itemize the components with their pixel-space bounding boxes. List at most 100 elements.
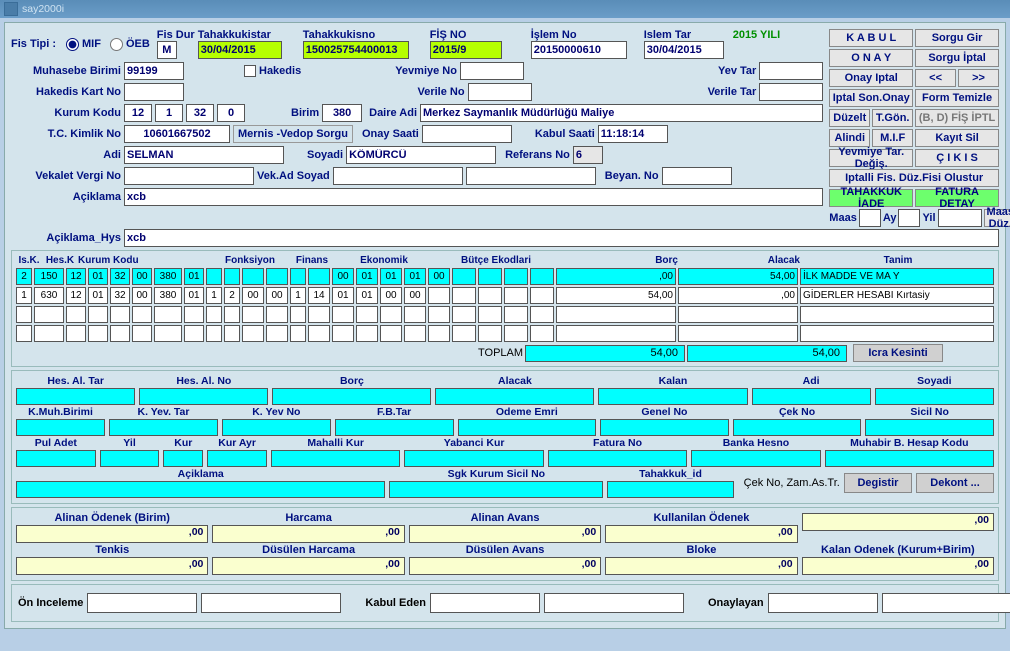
grid-borc[interactable]: 54,00 [556, 287, 676, 304]
fis-dur-input[interactable] [157, 41, 177, 59]
onaylayan-input[interactable] [768, 593, 878, 613]
grid-alacak[interactable] [678, 306, 798, 323]
onay-iptal-button[interactable]: Onay Iptal [829, 69, 913, 87]
soyadi-input[interactable] [346, 146, 496, 164]
grid-cell[interactable] [132, 306, 152, 323]
detail-input[interactable] [600, 419, 729, 436]
grid-cell[interactable]: 01 [184, 287, 204, 304]
grid-cell[interactable]: 01 [88, 268, 108, 285]
grid-cell[interactable] [132, 325, 152, 342]
hakedis-kart-no-input[interactable] [124, 83, 184, 101]
yil-input[interactable] [938, 209, 982, 227]
detail-input[interactable] [691, 450, 820, 467]
grid-cell[interactable]: 00 [332, 268, 354, 285]
aciklama-input[interactable] [124, 188, 823, 206]
grid-cell[interactable]: 2 [224, 287, 240, 304]
detail-input[interactable] [865, 419, 994, 436]
ay-input[interactable] [898, 209, 920, 227]
budget-input[interactable]: ,00 [16, 525, 208, 543]
grid-cell[interactable] [290, 268, 306, 285]
grid-cell[interactable] [184, 306, 204, 323]
dekont-button[interactable]: Dekont ... [916, 473, 994, 493]
grid-cell[interactable] [356, 306, 378, 323]
grid-cell[interactable] [428, 306, 450, 323]
grid-borc[interactable] [556, 325, 676, 342]
grid-cell[interactable] [154, 325, 182, 342]
grid-cell[interactable] [34, 325, 64, 342]
grid-cell[interactable] [428, 325, 450, 342]
detail-input[interactable] [733, 419, 862, 436]
tahakkukistar-input[interactable] [198, 41, 282, 59]
mif-radio[interactable] [66, 38, 79, 51]
grid-cell[interactable] [478, 306, 502, 323]
detail-input[interactable] [163, 450, 203, 467]
grid-cell[interactable] [308, 268, 330, 285]
grid-cell[interactable] [478, 325, 502, 342]
grid-cell[interactable] [88, 306, 108, 323]
grid-cell[interactable]: 12 [66, 287, 86, 304]
detail-input[interactable] [16, 481, 385, 498]
tgon-button[interactable]: T.Gön. [872, 109, 913, 127]
grid-cell[interactable] [184, 325, 204, 342]
grid-cell[interactable]: 630 [34, 287, 64, 304]
daire-adi-input[interactable] [420, 104, 823, 122]
grid-cell[interactable] [356, 325, 378, 342]
grid-cell[interactable]: 01 [88, 287, 108, 304]
yev-tar-degis-button[interactable]: Yevmiye Tar. Değiş. [829, 149, 913, 167]
detail-input[interactable] [548, 450, 687, 467]
grid-cell[interactable] [504, 325, 528, 342]
grid-cell[interactable] [478, 268, 502, 285]
prev-button[interactable]: << [915, 69, 956, 87]
grid-cell[interactable] [530, 268, 554, 285]
grid-cell[interactable]: 00 [242, 287, 264, 304]
detail-input[interactable] [207, 450, 267, 467]
grid-cell[interactable]: 00 [404, 287, 426, 304]
grid-cell[interactable] [504, 268, 528, 285]
grid-cell[interactable] [206, 325, 222, 342]
grid-cell[interactable] [206, 268, 222, 285]
grid-cell[interactable]: 14 [308, 287, 330, 304]
grid-borc[interactable] [556, 306, 676, 323]
grid-cell[interactable]: 01 [332, 287, 354, 304]
grid-cell[interactable]: 1 [206, 287, 222, 304]
grid-cell[interactable]: 1 [16, 287, 32, 304]
grid-cell[interactable] [332, 325, 354, 342]
grid-alacak[interactable] [678, 325, 798, 342]
grid-cell[interactable]: 01 [380, 268, 402, 285]
detail-input[interactable] [100, 450, 160, 467]
grid-cell[interactable] [452, 306, 476, 323]
detail-input[interactable] [607, 481, 733, 498]
birim-input[interactable] [322, 104, 362, 122]
grid-alacak[interactable]: 54,00 [678, 268, 798, 285]
kabul-saati-input[interactable] [598, 125, 668, 143]
maas-duz-button[interactable]: Maas Düz. [984, 209, 1010, 227]
degistir-button[interactable]: Degistir [844, 473, 912, 493]
grid-cell[interactable]: 01 [404, 268, 426, 285]
grid-cell[interactable]: 00 [380, 287, 402, 304]
budget-input[interactable]: ,00 [802, 557, 994, 575]
next-button[interactable]: >> [958, 69, 999, 87]
grid-cell[interactable]: 01 [356, 268, 378, 285]
kurum-kodu-2[interactable] [155, 104, 183, 122]
budget-input[interactable]: ,00 [605, 525, 797, 543]
budget-input[interactable]: ,00 [802, 513, 994, 531]
detail-input[interactable] [458, 419, 597, 436]
islem-tar-input[interactable] [644, 41, 724, 59]
grid-cell[interactable] [16, 325, 32, 342]
sorgu-iptal-button[interactable]: Sorgu İptal [915, 49, 999, 67]
icra-kesinti-button[interactable]: Icra Kesinti [853, 344, 943, 362]
grid-cell[interactable] [530, 306, 554, 323]
grid-cell[interactable] [504, 287, 528, 304]
tc-kimlik-input[interactable] [124, 125, 230, 143]
grid-cell[interactable] [206, 306, 222, 323]
onay-saati-input[interactable] [422, 125, 512, 143]
vekalet-vergi-no-input[interactable] [124, 167, 254, 185]
detail-input[interactable] [404, 450, 543, 467]
aciklama-hys-input[interactable] [124, 229, 999, 247]
on-inceleme-input-2[interactable] [201, 593, 341, 613]
detail-input[interactable] [875, 388, 994, 405]
grid-cell[interactable] [110, 325, 130, 342]
grid-cell[interactable] [16, 306, 32, 323]
detail-input[interactable] [825, 450, 994, 467]
grid-cell[interactable] [266, 306, 288, 323]
